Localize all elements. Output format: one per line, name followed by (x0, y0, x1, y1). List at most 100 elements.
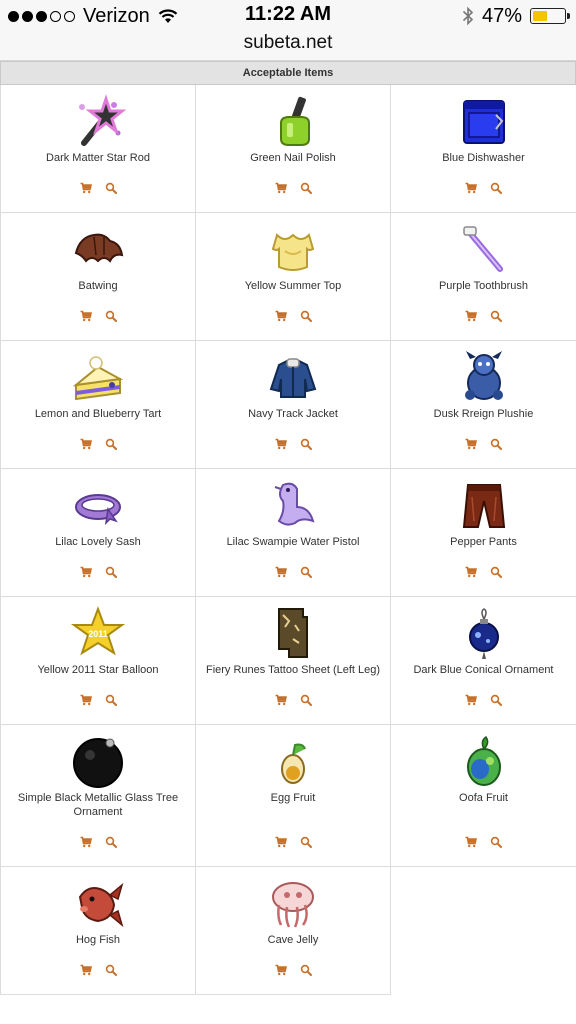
shop-cart-icon[interactable] (465, 836, 477, 848)
conical-ornament-icon[interactable] (456, 605, 512, 661)
search-icon[interactable] (105, 182, 117, 194)
search-icon[interactable] (490, 566, 502, 578)
shop-cart-icon[interactable] (275, 182, 287, 194)
jacket-icon[interactable] (265, 349, 321, 405)
item-actions (1, 310, 195, 322)
item-name: Blue Dishwasher (442, 152, 525, 164)
item-name: Lilac Lovely Sash (55, 536, 141, 548)
search-icon[interactable] (300, 694, 312, 706)
shop-cart-icon[interactable] (80, 182, 92, 194)
item-name: Navy Track Jacket (248, 408, 338, 420)
item-card: Dark Blue Conical Ornament (391, 597, 576, 725)
shop-cart-icon[interactable] (275, 836, 287, 848)
svg-text:2011: 2011 (88, 629, 108, 639)
shop-cart-icon[interactable] (275, 438, 287, 450)
url-bar[interactable]: subeta.net (0, 30, 576, 61)
nail-polish-icon[interactable] (265, 93, 321, 149)
item-actions (391, 836, 576, 848)
shop-cart-icon[interactable] (465, 310, 477, 322)
batwing-icon[interactable] (70, 221, 126, 277)
item-card: Green Nail Polish (196, 85, 391, 213)
battery-percent: 47% (481, 4, 522, 27)
search-icon[interactable] (105, 964, 117, 976)
search-icon[interactable] (490, 694, 502, 706)
egg-fruit-icon[interactable] (265, 733, 321, 789)
item-name: Hog Fish (75, 934, 121, 946)
cave-jelly-icon[interactable] (265, 875, 321, 931)
toothbrush-icon[interactable] (456, 221, 512, 277)
tattoo-sheet-icon[interactable] (265, 605, 321, 661)
item-actions (391, 438, 576, 450)
item-actions (1, 836, 195, 848)
shop-cart-icon[interactable] (80, 694, 92, 706)
summer-top-icon[interactable] (265, 221, 321, 277)
item-card: Yellow Summer Top (196, 213, 391, 341)
hog-fish-icon[interactable] (70, 875, 126, 931)
item-name: Dark Blue Conical Ornament (413, 664, 554, 676)
water-pistol-icon[interactable] (265, 477, 321, 533)
search-icon[interactable] (490, 836, 502, 848)
item-actions (1, 694, 195, 706)
shop-cart-icon[interactable] (80, 964, 92, 976)
search-icon[interactable] (300, 438, 312, 450)
sash-icon[interactable] (70, 477, 126, 533)
items-row: Simple Black Metallic Glass Tree Ornamen… (0, 725, 576, 867)
dishwasher-icon[interactable] (456, 93, 512, 149)
search-icon[interactable] (490, 438, 502, 450)
search-icon[interactable] (105, 310, 117, 322)
item-card: Lemon and Blueberry Tart (0, 341, 196, 469)
item-actions (1, 438, 195, 450)
item-name: Simple Black Metallic Glass Tree Ornamen… (17, 792, 179, 818)
shop-cart-icon[interactable] (275, 566, 287, 578)
item-card: Egg Fruit (196, 725, 391, 867)
bluetooth-icon (462, 6, 474, 26)
item-actions (1, 566, 195, 578)
shop-cart-icon[interactable] (80, 310, 92, 322)
shop-cart-icon[interactable] (465, 566, 477, 578)
search-icon[interactable] (105, 694, 117, 706)
item-actions (1, 182, 195, 194)
item-card: Purple Toothbrush (391, 213, 576, 341)
search-icon[interactable] (105, 438, 117, 450)
shop-cart-icon[interactable] (465, 694, 477, 706)
search-icon[interactable] (300, 310, 312, 322)
search-icon[interactable] (300, 964, 312, 976)
item-name: Egg Fruit (270, 792, 316, 804)
battery-level (533, 11, 547, 21)
item-name: Yellow 2011 Star Balloon (37, 664, 159, 676)
item-card: Pepper Pants (391, 469, 576, 597)
pants-icon[interactable] (456, 477, 512, 533)
search-icon[interactable] (490, 310, 502, 322)
items-row: Dark Matter Star Rod Green Nail Polish Blu… (0, 85, 576, 213)
shop-cart-icon[interactable] (80, 836, 92, 848)
plushie-icon[interactable] (456, 349, 512, 405)
tart-icon[interactable] (70, 349, 126, 405)
shop-cart-icon[interactable] (465, 438, 477, 450)
search-icon[interactable] (105, 566, 117, 578)
item-actions (196, 182, 390, 194)
item-actions (196, 836, 390, 848)
empty-cell (391, 867, 576, 995)
item-name: Dusk Rreign Plushie (433, 408, 534, 420)
oofa-fruit-icon[interactable] (456, 733, 512, 789)
item-card: Dusk Rreign Plushie (391, 341, 576, 469)
search-icon[interactable] (300, 566, 312, 578)
search-icon[interactable] (300, 836, 312, 848)
items-row: Lilac Lovely Sash Lilac Swampie Water Pis… (0, 469, 576, 597)
search-icon[interactable] (300, 182, 312, 194)
item-actions (196, 310, 390, 322)
search-icon[interactable] (490, 182, 502, 194)
search-icon[interactable] (105, 836, 117, 848)
item-name: Green Nail Polish (250, 152, 336, 164)
shop-cart-icon[interactable] (80, 566, 92, 578)
star-rod-icon[interactable] (70, 93, 126, 149)
shop-cart-icon[interactable] (80, 438, 92, 450)
shop-cart-icon[interactable] (275, 964, 287, 976)
item-name: Yellow Summer Top (244, 280, 342, 292)
shop-cart-icon[interactable] (465, 182, 477, 194)
shop-cart-icon[interactable] (275, 694, 287, 706)
black-ornament-icon[interactable] (70, 733, 126, 789)
star-balloon-icon[interactable]: 2011 (70, 605, 126, 661)
item-card: Cave Jelly (196, 867, 391, 995)
shop-cart-icon[interactable] (275, 310, 287, 322)
